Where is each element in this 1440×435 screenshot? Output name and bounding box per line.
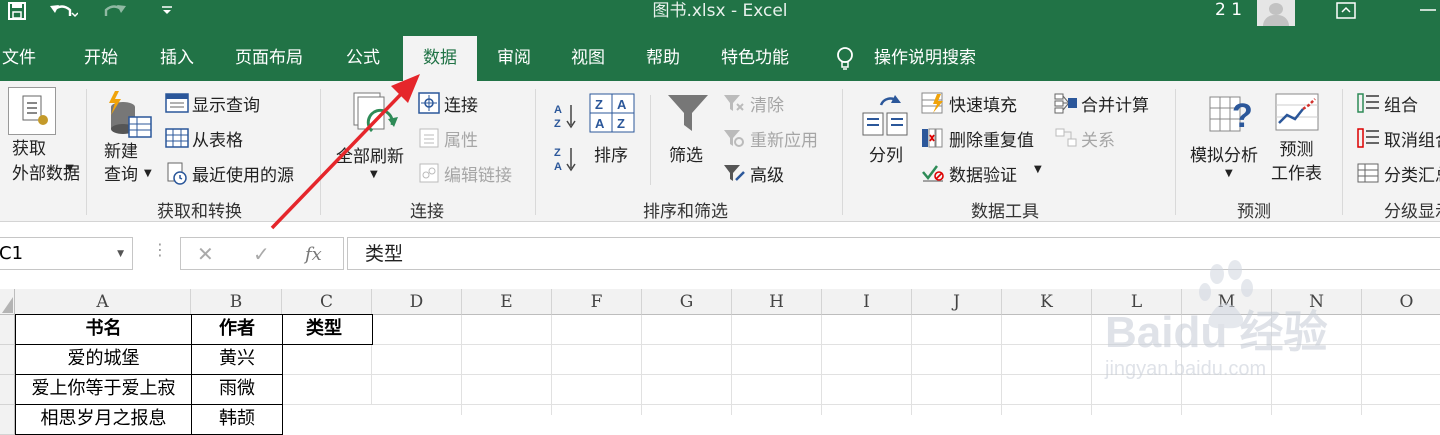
annotation-arrow-icon: [270, 74, 420, 230]
